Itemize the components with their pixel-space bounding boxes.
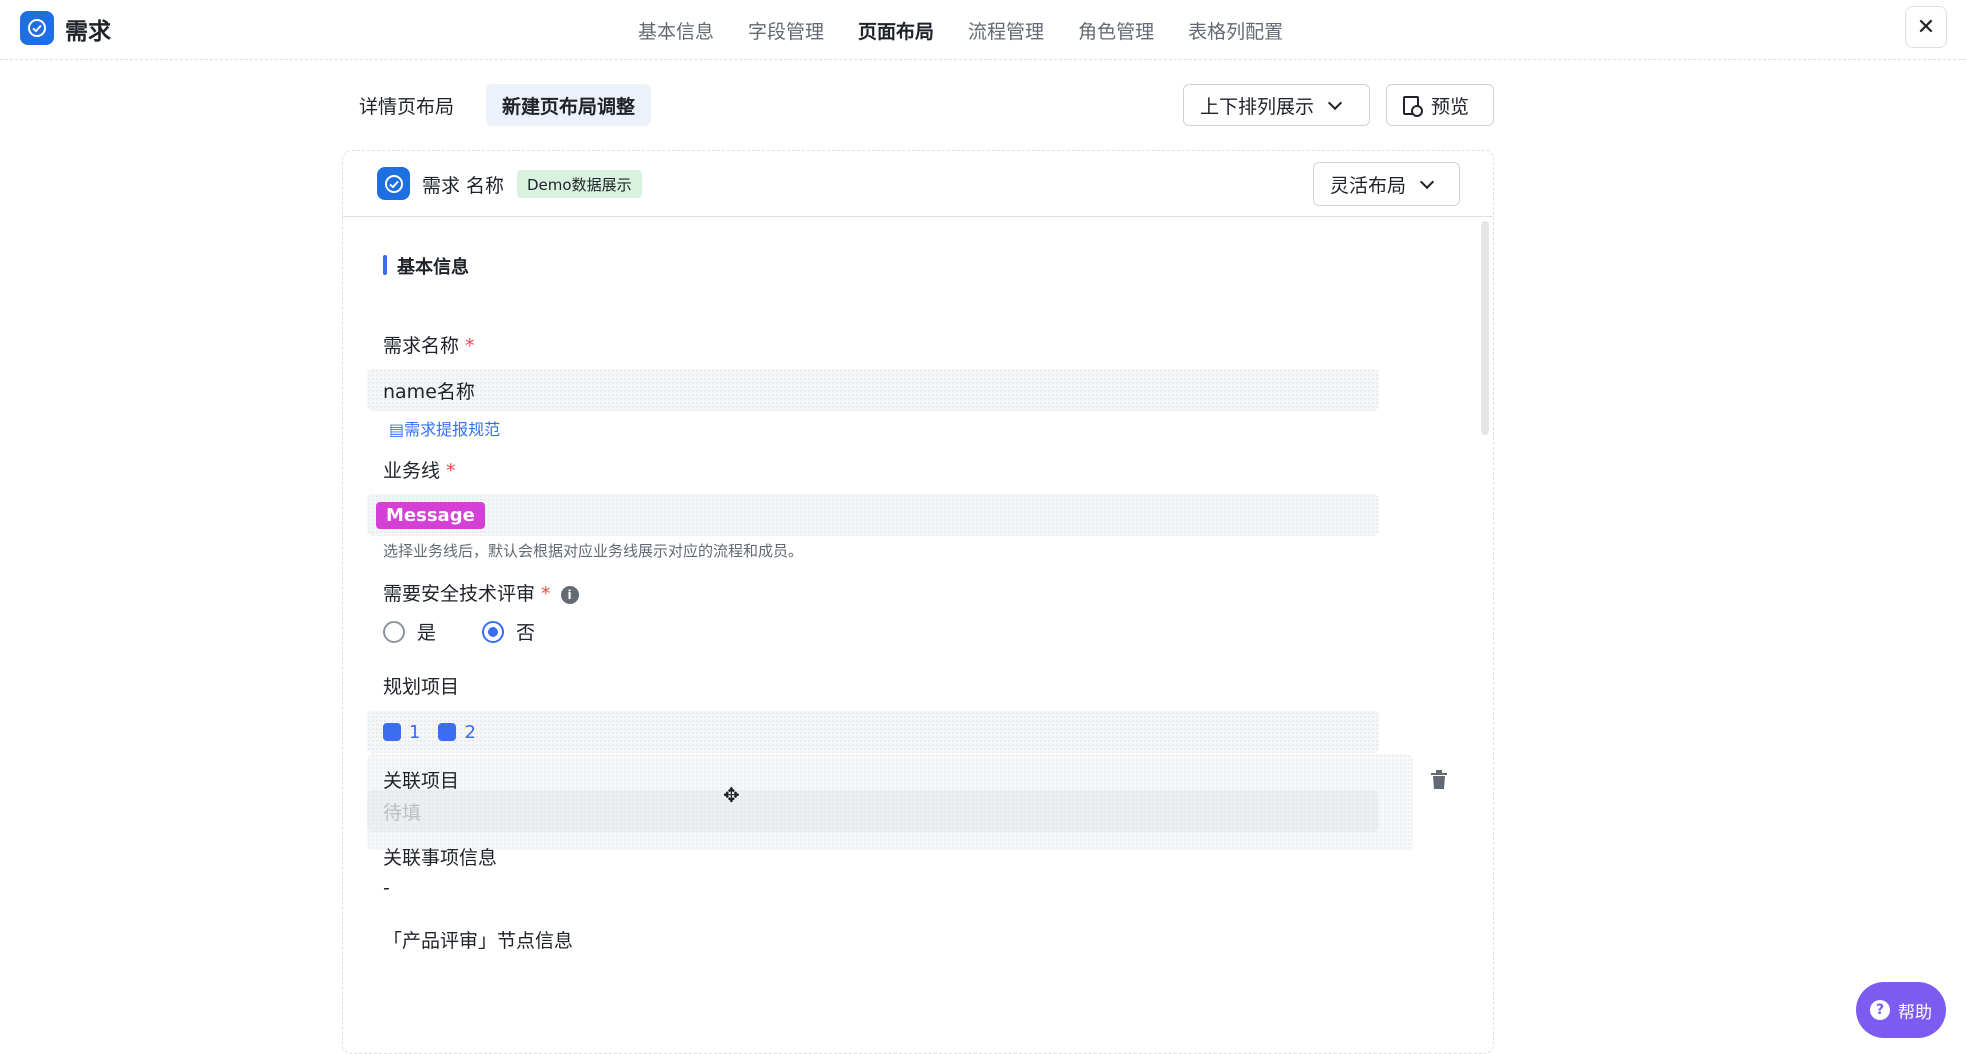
app-title: 需求 [65,19,111,45]
required-mark: * [465,335,475,357]
business-line-hint: 选择业务线后，默认会根据对应业务线展示对应的流程和成员。 [383,542,804,560]
name-field-value: name名称 [383,380,475,403]
sort-mode-dropdown[interactable]: 上下排列展示 [1183,84,1370,126]
preview-button[interactable]: 预览 [1386,84,1494,126]
tab-role-management[interactable]: 角色管理 [1078,17,1154,44]
field-label-text: 规划项目 [383,676,460,698]
subtab-create-layout[interactable]: 新建页布局调整 [486,84,652,126]
tab-process-management[interactable]: 流程管理 [968,17,1044,44]
layout-card: 需求 名称 Demo数据展示 灵活布局 基本信息 需求名称 * name名称 ▤需… [342,150,1494,1054]
help-label: 帮助 [1898,1002,1932,1023]
chevron-down-icon [1327,95,1343,110]
move-icon: ✥ [723,783,740,807]
related-items-value: - [383,877,390,899]
field-label-text: 关联事项信息 [383,847,498,869]
field-security-review-label: 需要安全技术评审 * i [383,579,579,606]
app-icon [20,11,54,45]
tab-table-columns[interactable]: 表格列配置 [1188,17,1283,44]
field-related-items-label: 关联事项信息 [383,843,497,870]
question-icon: ? [1870,1000,1890,1020]
preview-icon [1403,95,1423,117]
field-label-text: 需要安全技术评审 [383,583,536,605]
planned-project-item: 2 [438,721,476,743]
tab-page-layout[interactable]: 页面布局 [858,17,934,44]
layout-mode-label: 灵活布局 [1330,174,1407,197]
sort-mode-label: 上下排列展示 [1200,95,1315,118]
related-project-field[interactable]: 待填 [367,790,1379,832]
doc-icon: ▤ [389,420,405,439]
field-product-review-label: 「产品评审」节点信息 [383,926,573,953]
field-label-text: 业务线 [383,460,441,482]
help-button[interactable]: ? 帮助 [1856,982,1946,1038]
trash-icon[interactable] [1429,769,1449,791]
name-field[interactable]: name名称 [367,369,1379,411]
planned-project-item: 1 [383,722,420,743]
project-color-chip [383,723,401,741]
layout-mode-dropdown[interactable]: 灵活布局 [1313,162,1460,206]
required-mark: * [446,460,456,482]
project-color-chip [438,723,457,741]
related-project-placeholder: 待填 [383,801,422,824]
field-label-text: 「产品评审」节点信息 [383,930,574,952]
subtab-detail-layout[interactable]: 详情页布局 [343,84,470,126]
section-title: 基本信息 [383,253,469,279]
requirement-icon [377,167,410,200]
planned-projects-field[interactable]: 1 2 [367,711,1379,753]
demo-badge: Demo数据展示 [517,170,642,198]
guideline-link-text: 需求提报规范 [404,420,501,439]
card-header: 需求 名称 Demo数据展示 灵活布局 [343,151,1493,217]
info-icon[interactable]: i [560,585,579,604]
field-related-project-label: 关联项目 [383,766,459,793]
field-business-line-label: 业务线 * [383,456,456,483]
guideline-link[interactable]: ▤需求提报规范 [389,416,500,440]
radio-yes[interactable] [383,620,405,643]
required-mark: * [541,583,551,605]
close-icon: ✕ [1916,14,1936,40]
field-planned-projects-label: 规划项目 [383,672,459,699]
tab-field-management[interactable]: 字段管理 [748,17,824,44]
business-line-tag: Message [376,501,485,529]
top-bar: 需求 基本信息 字段管理 页面布局 流程管理 角色管理 表格列配置 ✕ [0,0,1966,60]
business-line-field[interactable]: Message [367,494,1379,536]
radio-no-label: 否 [516,622,536,644]
project-item-label: 1 [409,721,421,743]
scrollbar[interactable] [1481,221,1489,435]
preview-label: 预览 [1431,95,1470,118]
field-label-text: 关联项目 [383,770,460,792]
main-nav: 基本信息 字段管理 页面布局 流程管理 角色管理 表格列配置 [638,0,1317,60]
field-label-text: 需求名称 [383,335,460,357]
chevron-down-icon [1419,174,1435,189]
radio-no[interactable] [482,620,505,643]
close-button[interactable]: ✕ [1905,6,1947,48]
project-item-label: 2 [464,721,476,743]
field-name-label: 需求名称 * [383,331,475,358]
security-review-radio-group: 是 否 [383,618,581,645]
card-title: 需求 名称 [422,175,505,197]
radio-yes-label: 是 [417,622,437,644]
tab-basic-info[interactable]: 基本信息 [638,17,714,44]
